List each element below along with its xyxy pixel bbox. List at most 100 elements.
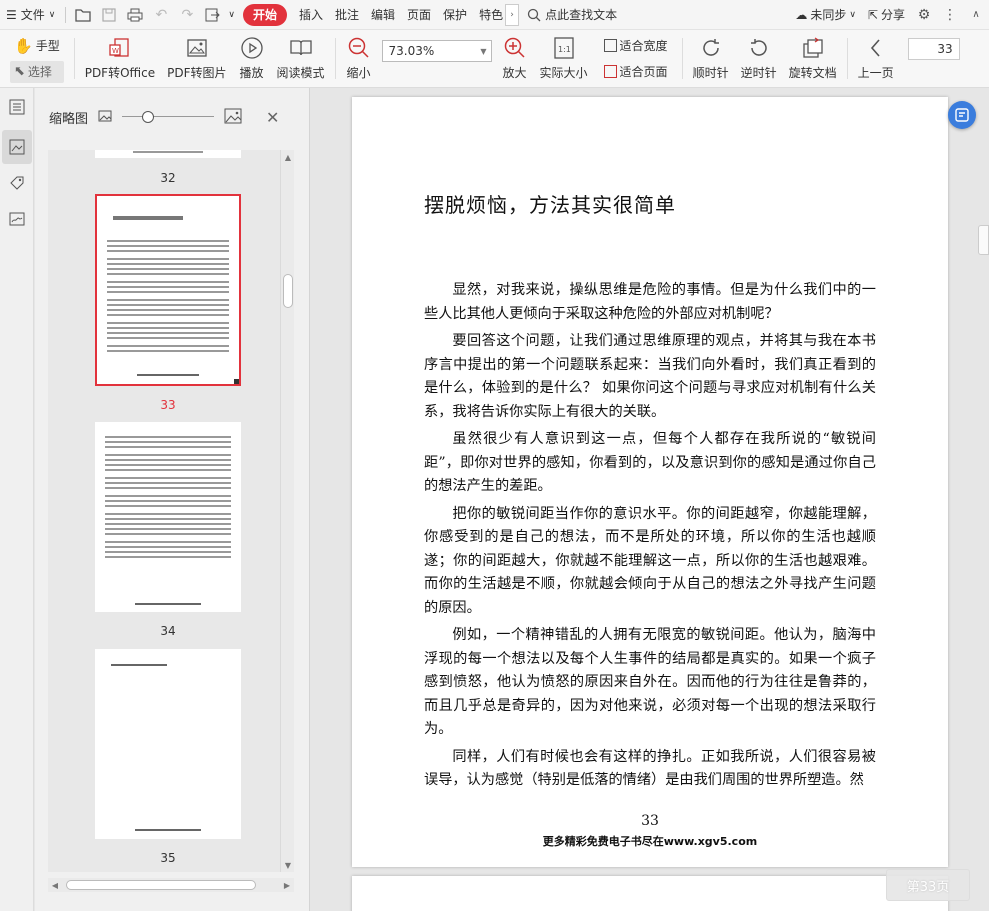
svg-text:W: W (112, 47, 119, 55)
play-button[interactable]: 播放 (233, 30, 271, 87)
page-body: 显然，对我来说，操纵思维是危险的事情。但是为什么我们中的一些人比其他人更倾向于采… (424, 279, 876, 797)
thumbnail-panel-header: 缩略图 ✕ (35, 88, 309, 146)
tab-protect[interactable]: 保护 (437, 0, 473, 30)
redo-icon[interactable]: ↷ (174, 0, 200, 30)
select-tool-button[interactable]: ⬉ 选择 (10, 60, 64, 83)
side-panel-toggle[interactable] (978, 225, 989, 255)
share-button[interactable]: ⇱ 分享 (862, 0, 911, 30)
divider (334, 38, 336, 79)
document-tool-icon (955, 108, 969, 122)
tab-insert[interactable]: 插入 (293, 0, 329, 30)
page-number-input[interactable]: 33 (907, 38, 960, 60)
actual-size-button[interactable]: 1:1 实际大小 (534, 30, 594, 87)
thumbnail-horizontal-scrollbar[interactable]: ◀ ▶ (48, 878, 294, 892)
svg-text:1:1: 1:1 (558, 45, 571, 54)
cursor-icon: ⬉ (14, 64, 25, 79)
read-mode-button[interactable]: 阅读模式 (271, 30, 331, 87)
search-box[interactable]: 点此查找文本 (519, 6, 625, 23)
pdf-to-office-button[interactable]: W PDF转Office (79, 30, 161, 87)
pdf-to-office-label: PDF转Office (84, 66, 156, 80)
sync-button[interactable]: ☁ 未同步 ∨ (789, 0, 862, 30)
pdf-to-image-icon (184, 35, 210, 61)
zoom-in-button[interactable]: 放大 (496, 30, 534, 87)
small-image-icon[interactable] (98, 110, 112, 125)
zoom-in-label: 放大 (502, 66, 527, 80)
rotate-ccw-icon (746, 35, 772, 61)
hand-label: 手型 (35, 39, 60, 53)
tab-comment[interactable]: 批注 (329, 0, 365, 30)
file-menu[interactable]: ☰ 文件 ∨ (0, 0, 61, 30)
scroll-down-arrow-icon[interactable]: ▼ (281, 858, 294, 872)
scroll-up-arrow-icon[interactable]: ▲ (281, 150, 294, 164)
open-folder-icon[interactable] (70, 0, 96, 30)
bookmark-tag-icon[interactable] (0, 166, 34, 200)
book-icon (288, 35, 314, 61)
zoom-out-icon (346, 35, 372, 61)
read-mode-label: 阅读模式 (276, 66, 325, 80)
close-icon[interactable]: ✕ (266, 108, 279, 127)
undo-icon[interactable]: ↶ (148, 0, 174, 30)
previous-page-label: 上一页 (857, 66, 894, 80)
divider (65, 6, 67, 23)
zoom-level-select[interactable]: 73.03% ▼ (381, 40, 492, 62)
collapse-icon[interactable]: ∧ (963, 0, 989, 30)
thumbnail-size-slider[interactable] (122, 110, 215, 124)
pdf-to-image-label: PDF转图片 (167, 66, 227, 80)
play-label: 播放 (239, 66, 264, 80)
scrollbar-thumb[interactable] (66, 880, 256, 890)
hand-tool-button[interactable]: ✋ 手型 (10, 35, 64, 57)
rotate-document-button[interactable]: 旋转文档 (783, 30, 843, 87)
pdf-to-image-button[interactable]: PDF转图片 (161, 30, 232, 87)
divider (846, 38, 848, 79)
cloud-icon: ☁ (795, 7, 808, 22)
chevron-left-icon (863, 35, 889, 61)
paragraph: 同样，人们有时候也会有这样的挣扎。正如我所说，人们很容易被误导，认为感觉（特别是… (424, 748, 876, 789)
gear-icon[interactable]: ⚙ (911, 0, 937, 30)
paragraph: 虽然很少有人意识到这一点，但每个人都存在我所说的“敏锐间距”，即你对世界的感知，… (424, 431, 876, 494)
previous-page-button[interactable]: 上一页 (852, 30, 900, 87)
thumbnail-list: 32 33 34 35 ▲ ▼ (48, 150, 294, 872)
zoom-in-icon (502, 35, 528, 61)
rotate-counterclockwise-button[interactable]: 逆时针 (735, 30, 783, 87)
tab-edit[interactable]: 编辑 (365, 0, 401, 30)
thumbnail-panel-icon[interactable] (2, 130, 32, 164)
thumbnail-panel: 缩略图 ✕ 32 33 34 35 ▲ ▼ ◀ ▶ (35, 88, 310, 911)
zoom-out-button[interactable]: 缩小 (340, 30, 378, 87)
save-icon[interactable] (96, 0, 122, 30)
rotate-clockwise-button[interactable]: 顺时针 (687, 30, 735, 87)
thumbnail-page-33[interactable] (95, 194, 241, 386)
slider-handle[interactable] (142, 111, 155, 123)
scrollbar-thumb[interactable] (283, 274, 293, 308)
tab-start[interactable]: 开始 (242, 3, 287, 26)
fit-page-label: 适合页面 (619, 65, 668, 79)
menu-bar: ☰ 文件 ∨ ↶ ↷ ∨ 开始 插入 批注 编辑 页面 保护 特色 › 点此查找… (0, 0, 989, 30)
fit-width-label: 适合宽度 (619, 39, 668, 53)
tab-features[interactable]: 特色 (473, 0, 505, 30)
paragraph: 把你的敏锐间距当作你的意识水平。你的间距越窄，你越能理解，你感受到的是自己的想法… (424, 505, 876, 616)
outline-icon[interactable] (0, 90, 34, 124)
left-sidebar-strip (0, 88, 34, 911)
scroll-left-arrow-icon[interactable]: ◀ (48, 878, 62, 892)
thumbnail-page-32[interactable] (95, 150, 241, 158)
signature-icon[interactable] (0, 202, 34, 236)
more-dots-icon[interactable]: ⋮ (937, 0, 963, 30)
slider-track (122, 116, 215, 117)
actual-size-icon: 1:1 (551, 35, 577, 61)
fit-width-button[interactable]: 适合宽度 (600, 35, 672, 57)
pdf-to-office-icon: W (107, 35, 133, 61)
floating-tool-button[interactable] (948, 101, 976, 129)
tab-scroll-right-button[interactable]: › (505, 3, 520, 26)
export-icon[interactable] (200, 0, 226, 30)
tab-page[interactable]: 页面 (401, 0, 437, 30)
scroll-right-arrow-icon[interactable]: ▶ (280, 878, 294, 892)
more-icon[interactable]: ∨ (226, 0, 237, 30)
fit-page-button[interactable]: 适合页面 (600, 61, 672, 83)
fit-width-icon (603, 39, 617, 52)
thumbnail-page-35[interactable] (95, 649, 241, 839)
large-image-icon[interactable] (224, 108, 242, 127)
thumbnail-vertical-scrollbar[interactable]: ▲ ▼ (280, 150, 294, 872)
print-icon[interactable] (122, 0, 148, 30)
thumbnail-page-34[interactable] (95, 422, 241, 612)
rotate-document-label: 旋转文档 (788, 66, 837, 80)
document-view[interactable]: 摆脱烦恼，方法其实很简单 显然，对我来说，操纵思维是危险的事情。但是为什么我们中… (311, 88, 989, 911)
